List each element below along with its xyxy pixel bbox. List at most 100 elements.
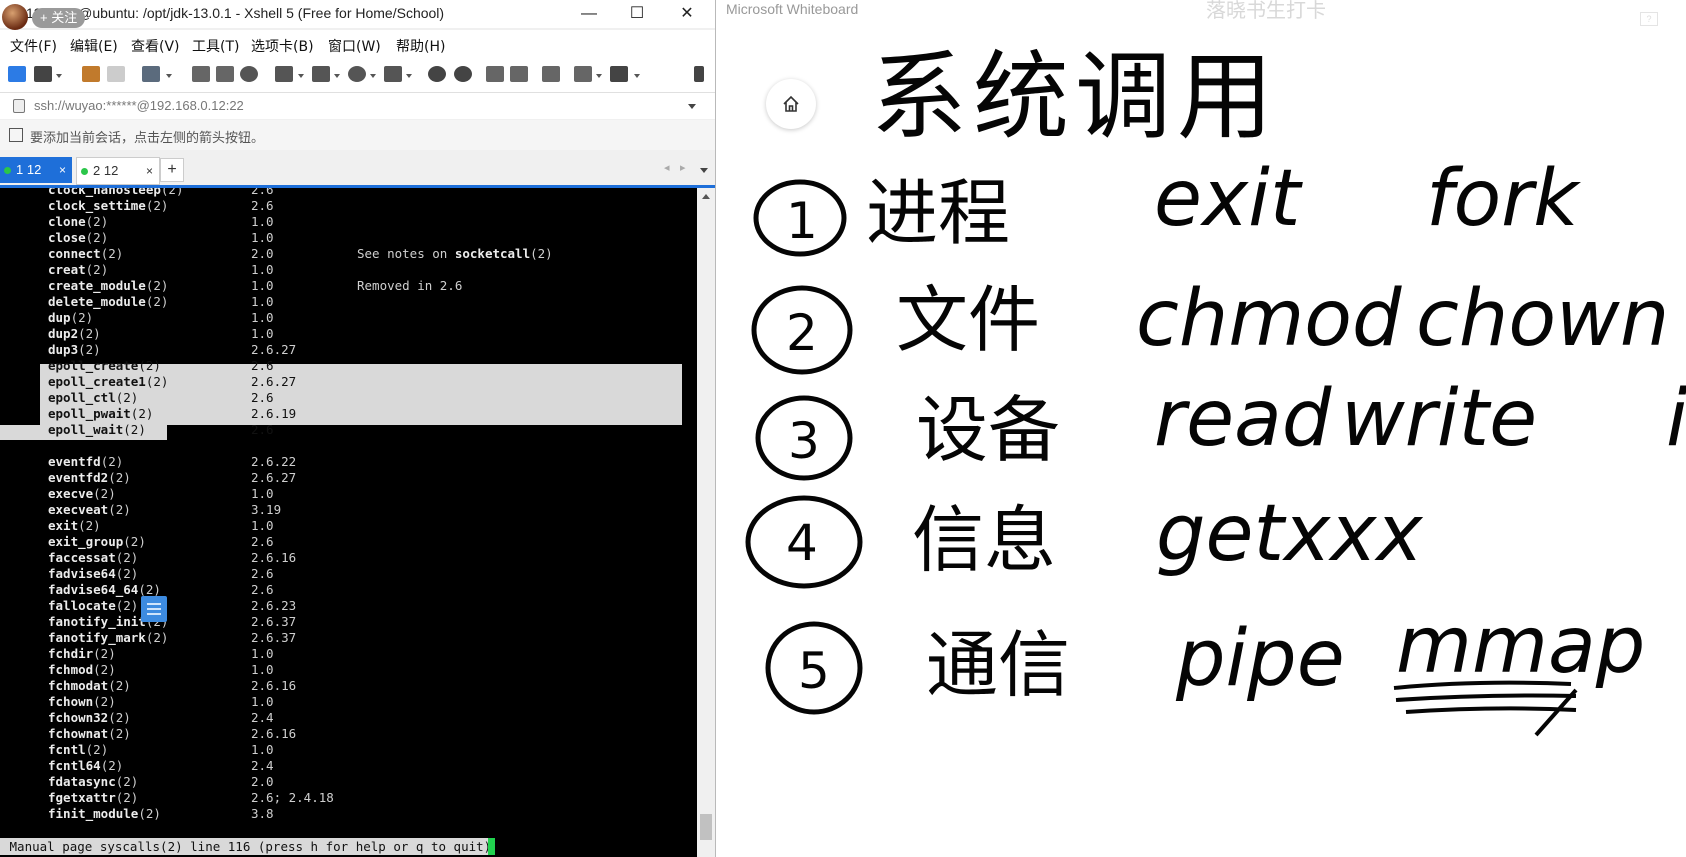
syscall-name-cell: dup3(2) xyxy=(48,342,101,358)
tab-close-icon[interactable]: × xyxy=(59,157,66,183)
syscall-name: dup xyxy=(48,310,71,325)
address-text[interactable]: ssh://wuyao:******@192.168.0.12:22 xyxy=(34,98,244,113)
window-title: 12 - root@ubuntu: /opt/jdk-13.0.1 - Xshe… xyxy=(26,5,445,21)
print-dropdown-icon[interactable] xyxy=(298,74,304,78)
add-icon[interactable] xyxy=(574,66,592,82)
syscall-kernel-version: 2.6 xyxy=(251,582,274,597)
syscall-section: (2) xyxy=(108,726,131,741)
syscall-kernel-version: 1.0 xyxy=(251,262,274,277)
syscall-name-cell: connect(2) xyxy=(48,246,123,262)
font-dropdown-icon[interactable] xyxy=(406,74,412,78)
syscall-section: (2) xyxy=(115,566,139,581)
add-tab-button[interactable]: + xyxy=(160,158,184,182)
terminal[interactable]: clock_nanosleep(2) 2.6 clock_settime(2) 2.6… xyxy=(0,188,697,857)
syscall-name: finit_module xyxy=(48,806,139,821)
syscall-kernel-version: 2.6.37 xyxy=(251,614,297,629)
tab-prev-icon[interactable]: ◂ xyxy=(664,161,670,174)
properties-dropdown-icon[interactable] xyxy=(166,74,172,78)
syscall-name-cell: epoll_create(2) xyxy=(48,358,161,374)
open-folder-icon[interactable] xyxy=(34,66,52,82)
paste-icon[interactable] xyxy=(216,66,234,82)
syscall-kernel-version: 1.0 xyxy=(251,294,274,309)
syscall-section: (2) xyxy=(145,278,169,293)
tab-list-icon[interactable] xyxy=(700,168,708,173)
home-button[interactable] xyxy=(766,79,816,129)
syscall-name: epoll_pwait xyxy=(48,406,131,421)
menu-window[interactable]: 窗口(W) xyxy=(328,36,381,56)
globe-icon[interactable] xyxy=(348,66,366,82)
scroll-up-icon[interactable] xyxy=(702,194,710,199)
layout-icon[interactable] xyxy=(610,66,628,82)
maximize-button[interactable]: ☐ xyxy=(614,0,660,28)
syscall-kernel-version: 1.0 xyxy=(251,646,274,661)
syscall-name-cell: fchmod(2) xyxy=(48,662,116,678)
xftp-icon[interactable] xyxy=(428,66,446,82)
syscall-row: epoll_pwait(2) 2.6.19 xyxy=(0,406,690,422)
tab-session-2[interactable]: 2 12 × xyxy=(76,157,160,185)
syscall-name: fchownat xyxy=(48,726,109,741)
copy-icon[interactable] xyxy=(192,66,210,82)
lock-icon xyxy=(13,99,25,113)
syscall-name: fcntl xyxy=(48,742,86,757)
syscall-name-cell: fchown(2) xyxy=(48,694,116,710)
font-icon[interactable] xyxy=(384,66,402,82)
menu-edit[interactable]: 编辑(E) xyxy=(70,36,118,56)
syscall-kernel-version: 2.6.19 xyxy=(251,406,297,421)
toolbar-overflow-icon[interactable] xyxy=(694,66,704,82)
syscall-row: fadvise64(2) 2.6 xyxy=(0,566,690,582)
transfer-icon[interactable] xyxy=(312,66,330,82)
tab-label: 1 12 xyxy=(16,162,42,177)
syscall-name-cell: fchdir(2) xyxy=(48,646,116,662)
close-button[interactable]: ✕ xyxy=(664,0,710,28)
menu-view[interactable]: 查看(V) xyxy=(131,36,180,56)
tab-next-icon[interactable]: ▸ xyxy=(680,161,686,174)
address-bar[interactable]: ssh://wuyao:******@192.168.0.12:22 xyxy=(0,92,715,119)
syscall-kernel-version: 2.6 xyxy=(251,390,274,405)
print-icon[interactable] xyxy=(275,66,293,82)
whiteboard-canvas[interactable]: 系统调用 1 进程 exit fork 2 文件 chmod chown 3 设… xyxy=(716,0,1686,857)
disconnect-icon[interactable] xyxy=(107,66,125,82)
syscall-kernel-version: 1.0 xyxy=(251,310,274,325)
follow-button[interactable]: + 关注 xyxy=(32,8,86,28)
menu-file[interactable]: 文件(F) xyxy=(10,36,57,56)
minimize-button[interactable]: — xyxy=(566,0,612,28)
menu-help[interactable]: 帮助(H) xyxy=(396,36,445,56)
notes-widget-icon[interactable] xyxy=(141,596,167,622)
globe-dropdown-icon[interactable] xyxy=(370,74,376,78)
syscall-name: exit_group xyxy=(48,534,124,549)
new-session-icon[interactable] xyxy=(8,66,26,82)
reconnect-icon[interactable] xyxy=(82,66,100,82)
syscall-row: fadvise64_64(2) 2.6 xyxy=(0,582,690,598)
syscall-name: clock_nanosleep xyxy=(48,188,161,197)
item-5-term-1: pipe xyxy=(1175,614,1345,704)
syscall-name-cell: fadvise64(2) xyxy=(48,566,138,582)
keyboard-icon[interactable] xyxy=(542,66,560,82)
lock-screen-icon[interactable] xyxy=(510,66,528,82)
terminal-scrollbar[interactable] xyxy=(697,188,715,857)
scroll-thumb[interactable] xyxy=(700,814,712,840)
layout-dropdown-icon[interactable] xyxy=(634,74,640,78)
syscall-kernel-version: 2.6.27 xyxy=(251,374,297,389)
arrow-button-icon[interactable] xyxy=(9,128,23,142)
syscall-name-cell: faccessat(2) xyxy=(48,550,138,566)
properties-icon[interactable] xyxy=(142,66,160,82)
menu-tabs[interactable]: 选项卡(B) xyxy=(251,36,314,56)
transfer-dropdown-icon[interactable] xyxy=(334,74,340,78)
open-dropdown-icon[interactable] xyxy=(56,74,62,78)
find-icon[interactable] xyxy=(240,66,258,82)
syscall-name: faccessat xyxy=(48,550,116,565)
terminal-cursor xyxy=(488,838,495,855)
streamer-avatar-icon[interactable] xyxy=(2,4,28,30)
syscall-row: exit_group(2) 2.6 xyxy=(0,534,690,550)
fullscreen-icon[interactable] xyxy=(486,66,504,82)
syscall-section: (2) xyxy=(108,470,131,485)
syscall-row: epoll_ctl(2) 2.6 xyxy=(0,390,690,406)
script-icon[interactable] xyxy=(454,66,472,82)
tab-session-1[interactable]: 1 12 × xyxy=(0,157,72,183)
tab-close-icon[interactable]: × xyxy=(146,158,153,184)
address-dropdown-icon[interactable] xyxy=(688,104,696,109)
item-1-cn: 进程 xyxy=(866,171,1010,255)
menu-bar: 文件(F) 编辑(E) 查看(V) 工具(T) 选项卡(B) 窗口(W) 帮助(… xyxy=(0,30,715,58)
add-dropdown-icon[interactable] xyxy=(596,74,602,78)
menu-tools[interactable]: 工具(T) xyxy=(192,36,239,56)
